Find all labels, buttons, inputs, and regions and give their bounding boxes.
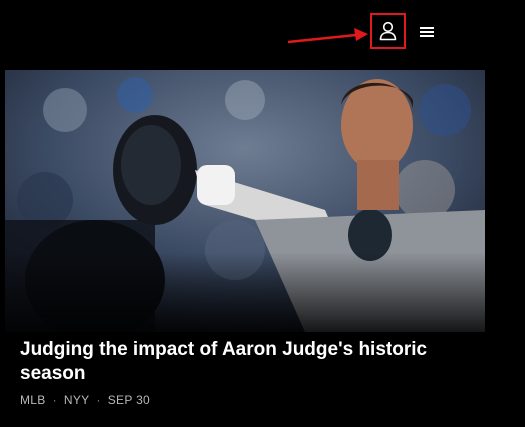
team-tag[interactable]: NYY bbox=[64, 393, 90, 407]
menu-button[interactable] bbox=[416, 22, 438, 42]
user-icon bbox=[379, 21, 397, 41]
article-hero-image[interactable] bbox=[5, 70, 485, 332]
article-headline[interactable]: Judging the impact of Aaron Judge's hist… bbox=[20, 338, 460, 386]
annotation-arrow bbox=[287, 28, 368, 44]
top-bar bbox=[0, 0, 525, 70]
hamburger-menu-icon bbox=[420, 27, 434, 37]
league-tag[interactable]: MLB bbox=[20, 393, 46, 407]
article-meta: MLB · NYY · SEP 30 bbox=[20, 393, 150, 407]
meta-separator: · bbox=[52, 393, 57, 407]
publish-date: SEP 30 bbox=[107, 393, 151, 407]
meta-separator: · bbox=[96, 393, 101, 407]
image-gradient-overlay bbox=[5, 252, 485, 332]
account-button[interactable] bbox=[370, 13, 406, 49]
